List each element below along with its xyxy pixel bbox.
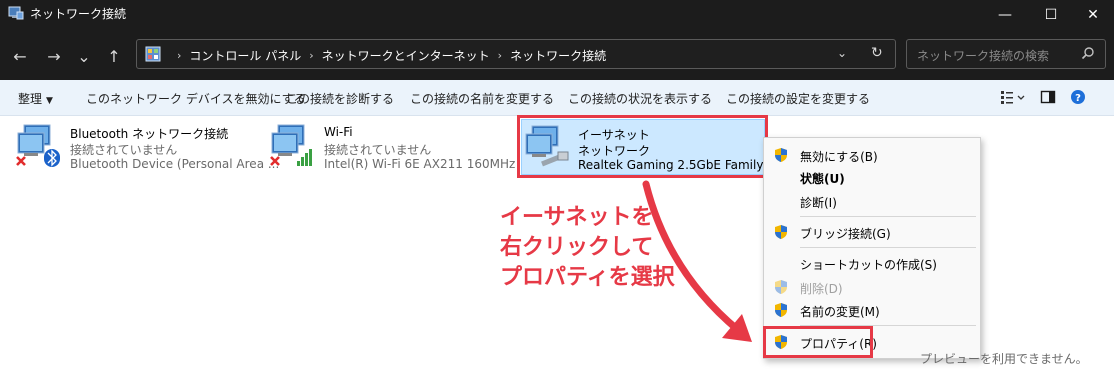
menu-item-diagnose[interactable]: 診断(I) — [764, 190, 980, 212]
window-title: ネットワーク接続 — [30, 7, 127, 21]
minimize-button[interactable]: — — [982, 0, 1028, 30]
menu-item-disable[interactable]: 無効にする(B) — [764, 144, 980, 166]
breadcrumb-network-internet[interactable]: ネットワークとインターネット — [322, 47, 490, 64]
uac-shield-icon — [775, 303, 787, 317]
close-button[interactable]: ✕ — [1070, 0, 1114, 30]
breadcrumb-separator: › — [309, 49, 314, 62]
change-settings-button[interactable]: この接続の設定を変更する — [726, 90, 870, 107]
search-box[interactable]: ネットワーク接続の検索 — [906, 39, 1106, 69]
breadcrumb-separator: › — [177, 49, 182, 62]
diagnose-connection-button[interactable]: この接続を診断する — [286, 90, 394, 107]
adapter-name: Bluetooth ネットワーク接続 — [70, 127, 229, 141]
caret-down-icon: ▼ — [46, 96, 53, 106]
recent-locations-button[interactable]: ⌄ — [74, 46, 94, 66]
breadcrumb-control-panel[interactable]: コントロール パネル — [189, 47, 301, 64]
menu-item-label: 名前の変更(M) — [800, 305, 880, 319]
view-options-icon[interactable] — [1000, 89, 1026, 105]
annotation-text: イーサネットを 右クリックして プロパティを選択 — [500, 203, 675, 293]
uac-shield-icon — [775, 280, 787, 294]
forward-button[interactable]: → — [44, 46, 64, 66]
properties-highlight-box — [763, 326, 873, 358]
adapter-wifi[interactable]: Wi-Fi 接続されていません Intel(R) Wi-Fi 6E AX211 … — [268, 119, 515, 175]
menu-item-create-shortcut[interactable]: ショートカットの作成(S) — [764, 252, 980, 274]
adapter-bluetooth[interactable]: Bluetooth ネットワーク接続 接続されていません Bluetooth D… — [14, 119, 279, 175]
breadcrumb-network-connections[interactable]: ネットワーク接続 — [510, 47, 606, 64]
search-input[interactable]: ネットワーク接続の検索 — [917, 47, 1049, 64]
menu-item-rename[interactable]: 名前の変更(M) — [764, 299, 980, 321]
rename-connection-button[interactable]: この接続の名前を変更する — [410, 90, 554, 107]
address-dropdown-button[interactable]: ⌄ — [837, 46, 847, 60]
adapter-status: 接続されていません — [324, 143, 432, 157]
ethernet-highlight-box — [517, 115, 768, 178]
help-icon[interactable]: ? — [1070, 89, 1086, 105]
maximize-button[interactable]: ☐ — [1028, 0, 1074, 30]
breadcrumb-separator: › — [497, 49, 503, 62]
menu-item-label: 無効にする(B) — [800, 150, 878, 164]
breadcrumb: › コントロール パネル › ネットワークとインターネット › ネットワーク接続 — [169, 47, 606, 64]
annotation-line: プロパティを選択 — [500, 265, 675, 290]
adapter-name: Wi-Fi — [324, 125, 353, 139]
preview-pane-icon[interactable] — [1040, 89, 1056, 105]
adapter-device: Intel(R) Wi-Fi 6E AX211 160MHz — [324, 157, 516, 171]
menu-separator — [800, 216, 976, 217]
disable-device-button[interactable]: このネットワーク デバイスを無効にする — [86, 90, 306, 107]
view-controls: ? — [1000, 89, 1086, 105]
network-connections-icon — [8, 6, 24, 20]
preview-unavailable-text: プレビューを利用できません。 — [920, 352, 1088, 366]
network-adapter-icon — [16, 124, 60, 167]
search-icon[interactable] — [1081, 46, 1095, 60]
view-status-button[interactable]: この接続の状況を表示する — [568, 90, 712, 107]
network-adapter-icon — [270, 124, 312, 166]
control-panel-icon — [145, 46, 161, 62]
menu-item-label: 状態(U) — [800, 172, 845, 186]
menu-item-label: 削除(D) — [800, 282, 843, 296]
menu-item-label: ショートカットの作成(S) — [800, 258, 937, 272]
annotation-line: イーサネットを — [500, 205, 654, 230]
annotation-line: 右クリックして — [500, 235, 654, 260]
menu-item-status[interactable]: 状態(U) — [764, 166, 980, 188]
refresh-button[interactable]: ↻ — [871, 45, 883, 61]
uac-shield-icon — [775, 225, 787, 239]
organize-menu[interactable]: 整理 ▼ — [18, 90, 53, 107]
adapter-status: 接続されていません — [70, 143, 178, 157]
menu-separator — [800, 247, 976, 248]
adapter-device: Bluetooth Device (Personal Area ... — [70, 157, 280, 171]
menu-item-delete: 削除(D) — [764, 276, 980, 298]
menu-item-label: 診断(I) — [800, 196, 837, 210]
back-button[interactable]: ← — [10, 46, 30, 66]
menu-item-bridge[interactable]: ブリッジ接続(G) — [764, 221, 980, 243]
up-button[interactable]: ↑ — [104, 46, 124, 66]
organize-label: 整理 — [18, 92, 43, 106]
address-bar-row: ← → ⌄ ↑ › コントロール パネル › ネットワークとインターネット › … — [0, 34, 1114, 80]
uac-shield-icon — [775, 148, 787, 162]
title-bar: ネットワーク接続 — ☐ ✕ — [0, 0, 1114, 34]
menu-item-label: ブリッジ接続(G) — [800, 227, 891, 241]
svg-text:?: ? — [1075, 93, 1081, 104]
command-bar: 整理 ▼ このネットワーク デバイスを無効にする この接続を診断する この接続の名… — [0, 80, 1114, 116]
address-field[interactable]: › コントロール パネル › ネットワークとインターネット › ネットワーク接続… — [136, 39, 896, 69]
